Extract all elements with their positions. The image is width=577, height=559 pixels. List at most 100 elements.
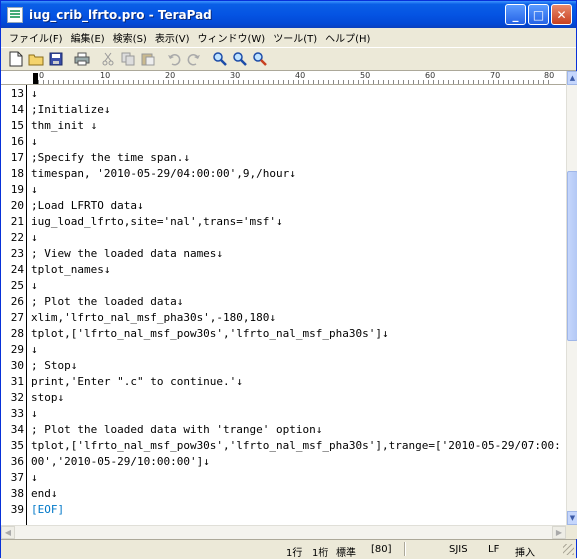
ruler-label-0: 0 xyxy=(39,71,45,80)
open-folder-icon[interactable] xyxy=(27,50,45,68)
status-line: 1行 xyxy=(286,548,303,559)
scroll-right-button[interactable]: ▶ xyxy=(552,526,566,539)
menu-window[interactable]: ウィンドウ(W) xyxy=(194,30,270,45)
vertical-scroll-thumb[interactable] xyxy=(567,171,577,341)
code-line[interactable]: 33 ↓ xyxy=(1,407,566,421)
menu-file[interactable]: ファイル(F) xyxy=(5,30,67,45)
line-number: 23 xyxy=(10,247,24,260)
print-icon[interactable] xyxy=(73,50,91,68)
find-next-icon[interactable] xyxy=(231,50,249,68)
horizontal-scrollbar[interactable]: ◀ ▶ xyxy=(1,525,566,539)
close-button[interactable]: ✕ xyxy=(551,4,572,25)
line-text: iug_load_lfrto,site='nal',trans='msf'↓ xyxy=(31,215,283,228)
status-code: [80] xyxy=(371,544,392,555)
line-number: 14 xyxy=(10,103,24,116)
code-line[interactable]: 38 end↓ xyxy=(1,487,566,501)
line-number: 24 xyxy=(10,263,24,276)
column-ruler: 0 10 20 30 40 50 60 70 80 xyxy=(1,71,566,85)
minimize-button[interactable]: _ xyxy=(505,4,526,25)
code-line[interactable]: 23 ; View the loaded data names↓ xyxy=(1,247,566,261)
text-editor[interactable]: 13 ↓ 14 ;Initialize↓ 15 thm_init ↓ 16 ↓ 17 ;Speci… xyxy=(1,85,566,525)
menu-view[interactable]: 表示(V) xyxy=(151,30,194,45)
code-line[interactable]: 24 tplot_names↓ xyxy=(1,263,566,277)
code-line[interactable]: 13 ↓ xyxy=(1,87,566,101)
maximize-button[interactable]: □ xyxy=(528,4,549,25)
code-line[interactable]: 29 ↓ xyxy=(1,343,566,357)
line-text: timespan, '2010-05-29/04:00:00',9,/hour↓ xyxy=(31,167,296,180)
find-icon[interactable] xyxy=(211,50,229,68)
toolbar xyxy=(1,47,576,71)
redo-icon[interactable] xyxy=(185,50,203,68)
line-number: 20 xyxy=(10,199,24,212)
code-line[interactable]: 39 [EOF] xyxy=(1,503,566,517)
new-file-icon[interactable] xyxy=(7,50,25,68)
status-mode: 標準 xyxy=(336,548,356,559)
scroll-up-button[interactable]: ▲ xyxy=(567,71,577,85)
line-number: 29 xyxy=(10,343,24,356)
line-text: ;Initialize↓ xyxy=(31,103,111,116)
code-line[interactable]: 17 ;Specify the time span.↓ xyxy=(1,151,566,165)
code-line[interactable]: 32 stop↓ xyxy=(1,391,566,405)
code-line[interactable]: 26 ; Plot the loaded data↓ xyxy=(1,295,566,309)
line-text: tplot_names↓ xyxy=(31,263,111,276)
ruler-label-40: 40 xyxy=(295,71,306,80)
status-newline: LF xyxy=(488,544,500,555)
line-number: 18 xyxy=(10,167,24,180)
window-controls: _ □ ✕ xyxy=(505,4,572,25)
title-bar[interactable]: iug_crib_lfrto.pro - TeraPad _ □ ✕ xyxy=(1,1,576,28)
code-line[interactable]: 16 ↓ xyxy=(1,135,566,149)
undo-icon[interactable] xyxy=(165,50,183,68)
line-text: xlim,'lfrto_nal_msf_pha30s',-180,180↓ xyxy=(31,311,277,324)
code-line[interactable]: 31 print,'Enter ".c" to continue.'↓ xyxy=(1,375,566,389)
resize-grip[interactable] xyxy=(563,544,574,555)
copy-icon[interactable] xyxy=(119,50,137,68)
ruler-label-50: 50 xyxy=(360,71,371,80)
line-text: ; Plot the loaded data with 'trange' opt… xyxy=(31,423,323,436)
code-line[interactable]: 15 thm_init ↓ xyxy=(1,119,566,133)
code-line[interactable]: 22 ↓ xyxy=(1,231,566,245)
menu-edit[interactable]: 編集(E) xyxy=(67,30,109,45)
find-prev-icon[interactable] xyxy=(251,50,269,68)
line-text: ↓ xyxy=(31,231,38,244)
line-text: ↓ xyxy=(31,471,38,484)
save-icon[interactable] xyxy=(47,50,65,68)
scroll-down-button[interactable]: ▼ xyxy=(567,511,577,525)
code-line[interactable]: 18 timespan, '2010-05-29/04:00:00',9,/hou… xyxy=(1,167,566,181)
line-text: ↓ xyxy=(31,135,38,148)
code-line[interactable]: 20 ;Load LFRTO data↓ xyxy=(1,199,566,213)
code-line[interactable]: 34 ; Plot the loaded data with 'trange' o… xyxy=(1,423,566,437)
code-line[interactable]: 27 xlim,'lfrto_nal_msf_pha30s',-180,180↓ xyxy=(1,311,566,325)
scroll-left-button[interactable]: ◀ xyxy=(1,526,15,539)
line-text: stop↓ xyxy=(31,391,65,404)
line-number: 27 xyxy=(10,311,24,324)
terapad-app-icon[interactable] xyxy=(7,6,23,23)
code-line[interactable]: 25 ↓ xyxy=(1,279,566,293)
code-line[interactable]: 19 ↓ xyxy=(1,183,566,197)
status-insert-mode: 挿入 xyxy=(515,548,535,559)
code-line[interactable]: 30 ; Stop↓ xyxy=(1,359,566,373)
line-number: 13 xyxy=(10,87,24,100)
menu-search[interactable]: 検索(S) xyxy=(109,30,151,45)
menu-help[interactable]: ヘルプ(H) xyxy=(321,30,374,45)
ruler-label-10: 10 xyxy=(100,71,111,80)
ruler-label-60: 60 xyxy=(425,71,436,80)
code-line[interactable]: 36 00','2010-05-29/10:00:00']↓ xyxy=(1,455,566,469)
code-line[interactable]: 35 tplot,['lfrto_nal_msf_pow30s','lfrto_n… xyxy=(1,439,566,453)
vertical-scrollbar[interactable]: ▲ ▼ xyxy=(566,71,577,525)
cut-icon[interactable] xyxy=(99,50,117,68)
window-title: iug_crib_lfrto.pro - TeraPad xyxy=(29,7,212,22)
paste-icon[interactable] xyxy=(139,50,157,68)
code-line[interactable]: 37 ↓ xyxy=(1,471,566,485)
line-text: ↓ xyxy=(31,407,38,420)
line-number: 34 xyxy=(10,423,24,436)
status-separator xyxy=(404,542,405,556)
line-text: ;Load LFRTO data↓ xyxy=(31,199,144,212)
line-text: ↓ xyxy=(31,343,38,356)
scrollbar-corner xyxy=(566,525,577,539)
code-line[interactable]: 14 ;Initialize↓ xyxy=(1,103,566,117)
line-number: 32 xyxy=(10,391,24,404)
line-number: 26 xyxy=(10,295,24,308)
menu-tools[interactable]: ツール(T) xyxy=(269,30,321,45)
code-line[interactable]: 21 iug_load_lfrto,site='nal',trans='msf'↓ xyxy=(1,215,566,229)
code-line[interactable]: 28 tplot,['lfrto_nal_msf_pow30s','lfrto_n… xyxy=(1,327,566,341)
